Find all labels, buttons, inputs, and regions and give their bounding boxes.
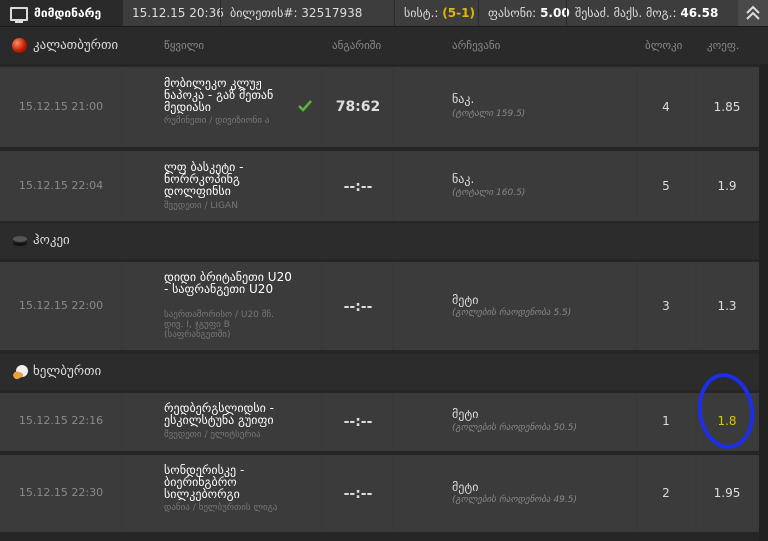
row-block: 2 bbox=[662, 486, 670, 500]
table-header: კალათბურთი წყვილი ანგარიში არჩევანი ბლოკ… bbox=[0, 27, 768, 64]
handball-icon bbox=[13, 365, 28, 380]
row-pick-detail: (გოლების რაოდენობა 49.5) bbox=[452, 495, 578, 505]
row-league: საერთაშორისო / U20 მჩ. დივ. I, ჯგუფი B (… bbox=[164, 310, 275, 340]
collapse-button[interactable] bbox=[738, 0, 768, 26]
row-pick: მეტი bbox=[452, 293, 479, 307]
row-odds: 1.85 bbox=[713, 100, 741, 114]
row-odds: 1.9 bbox=[717, 179, 737, 193]
scrollbar[interactable] bbox=[759, 64, 768, 541]
section-handball: ხელბურთი bbox=[0, 354, 768, 390]
col-event: წყვილი bbox=[164, 39, 205, 52]
row-block: 3 bbox=[662, 299, 670, 313]
row-odds: 1.3 bbox=[717, 299, 737, 313]
row-block: 1 bbox=[662, 414, 670, 428]
table-row[interactable]: 15.12.15 22:16 რედბერგსლიდსი - ესკილსტუნ… bbox=[0, 393, 768, 451]
basketball-icon bbox=[12, 38, 27, 53]
table-row[interactable]: 15.12.15 22:30 სონდერისკე - ბიერინგბრო ს… bbox=[0, 455, 768, 532]
col-score: ანგარიში bbox=[332, 39, 382, 52]
stake-info: ფასონი: 5.00 bbox=[488, 0, 570, 26]
row-time: 15.12.15 22:00 bbox=[18, 299, 104, 312]
max-win-label: შესაძ. მაქს. მოგ.: bbox=[575, 6, 677, 20]
row-time: 15.12.15 22:30 bbox=[18, 486, 104, 499]
system-label: სის​ტ.: bbox=[404, 6, 439, 20]
row-block: 4 bbox=[662, 100, 670, 114]
row-pick: მეტი bbox=[452, 407, 479, 421]
section-basketball: კალათბურთი bbox=[33, 38, 119, 53]
max-win-info: შესაძ. მაქს. მოგ.: 46.58 bbox=[575, 0, 718, 26]
row-score: --:-- bbox=[343, 414, 373, 430]
monitor-icon bbox=[10, 7, 28, 23]
ticket-number-value: : 32517938 bbox=[293, 6, 363, 20]
row-pick-detail: (გოლების რაოდენობა 50.5) bbox=[452, 423, 578, 433]
col-block: ბლოკი bbox=[645, 39, 683, 52]
ticket-number: ბილეთის#: 32517938 bbox=[230, 0, 362, 26]
row-event: ლფ ბასკეტი - ნორრკოპინგ დოლფინსი bbox=[164, 160, 244, 198]
row-pick: მეტი bbox=[452, 480, 479, 494]
row-league: რუმინეთი / დივიზიონი ა bbox=[164, 116, 270, 126]
section-handball-label: ხელბურთი bbox=[33, 364, 102, 379]
row-league: შვედეთი / LIGAN bbox=[164, 201, 238, 211]
row-league: შვედეთი / ელიტსერია bbox=[164, 430, 261, 440]
table-row[interactable]: 15.12.15 22:04 ლფ ბასკეტი - ნორრკოპინგ დ… bbox=[0, 151, 768, 221]
tab-live[interactable]: მიმდინარე bbox=[0, 0, 123, 26]
row-score: --:-- bbox=[343, 299, 373, 315]
tab-live-label: მიმდინარე bbox=[34, 6, 102, 20]
row-score: --:-- bbox=[343, 486, 373, 502]
row-pick-detail: (ტოტალი 159.5) bbox=[452, 109, 526, 119]
row-event: დიდი ბრიტანეთი U20 - საფრანგეთი U20 bbox=[164, 270, 292, 296]
ticket-number-label: ბილეთის# bbox=[230, 6, 294, 20]
row-pick-detail: (გოლების რაოდენობა 5.5) bbox=[452, 308, 572, 318]
system-value: (5-1) bbox=[442, 6, 475, 20]
row-event: რედბერგსლიდსი - ესკილსტუნა გუიფი bbox=[164, 401, 274, 427]
section-hockey-label: ჰოკეი bbox=[33, 233, 70, 248]
row-time: 15.12.15 22:16 bbox=[18, 414, 104, 427]
table-row[interactable]: 15.12.15 21:00 მობილეკო კლუჟ ნაპოკა - გა… bbox=[0, 67, 768, 147]
row-pick: ნაკ. bbox=[452, 172, 475, 186]
row-block: 5 bbox=[662, 179, 670, 193]
section-hockey: ჰოკეი bbox=[0, 223, 768, 259]
row-event: სონდერისკე - ბიერინგბრო სილკებორგი bbox=[164, 463, 245, 501]
ticket-summary-bar: მიმდინარე 15.12.15 20:36 ბილეთის#: 32517… bbox=[0, 0, 768, 27]
checkmark-icon bbox=[298, 100, 312, 112]
row-time: 15.12.15 22:04 bbox=[18, 179, 104, 192]
row-league: დანია / ხელბურთის ლიგა bbox=[164, 503, 278, 513]
table-row[interactable]: 15.12.15 22:00 დიდი ბრიტანეთი U20 - საფრ… bbox=[0, 262, 768, 350]
row-score: 78:62 bbox=[335, 99, 381, 115]
stake-label: ფასონი: bbox=[488, 6, 537, 20]
col-pick: არჩევანი bbox=[452, 39, 501, 52]
col-odds: კოეფ. bbox=[707, 39, 740, 52]
row-time: 15.12.15 21:00 bbox=[18, 100, 104, 113]
row-event: მობილეკო კლუჟ ნაპოკა - გაზ მეთან მედიასი bbox=[164, 76, 274, 114]
row-odds: 1.95 bbox=[713, 486, 741, 500]
hockey-puck-icon bbox=[13, 236, 27, 246]
row-pick: ნაკ. bbox=[452, 92, 475, 106]
system-info: სის​ტ.: (5-1) bbox=[404, 0, 475, 26]
ticket-datetime: 15.12.15 20:36 bbox=[132, 6, 224, 20]
row-pick-detail: (ტოტალი 160.5) bbox=[452, 188, 526, 198]
max-win-value: 46.58 bbox=[680, 6, 719, 20]
row-score: --:-- bbox=[343, 179, 373, 195]
double-chevron-up-icon bbox=[746, 5, 760, 20]
